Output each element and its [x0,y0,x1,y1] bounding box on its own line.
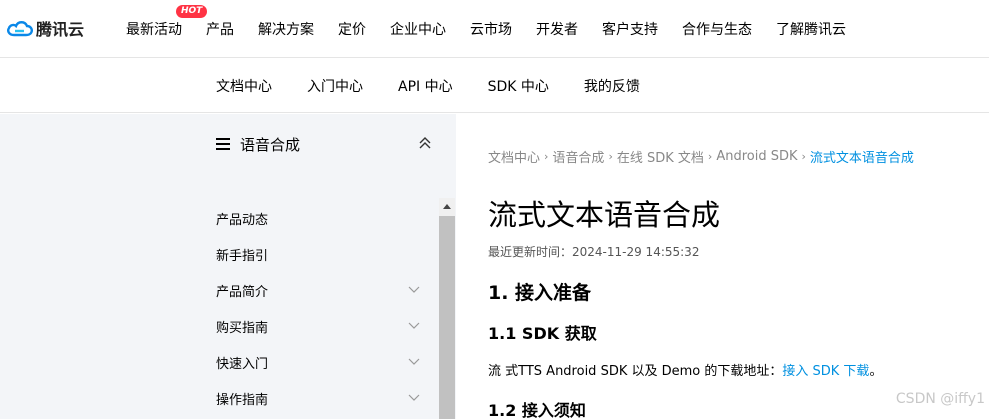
sdk-download-link[interactable]: 接入 SDK 下载 [782,364,869,379]
breadcrumb-item[interactable]: 在线 SDK 文档 [617,147,704,166]
chevron-right-icon: › [544,150,549,163]
chevron-right-icon: › [608,150,613,163]
subsection-heading: 1.2 接入须知 [488,401,586,419]
sidebar-header[interactable]: 语音合成 [216,134,432,154]
sidebar-item-product-updates[interactable]: 产品动态 [216,200,420,236]
paragraph: 流 式TTS Android SDK 以及 Demo 的下载地址：接入 SDK … [488,364,883,379]
nav-item-products[interactable]: 产品 [206,19,234,39]
sidebar-title: 语音合成 [240,135,301,154]
chevron-down-icon [408,286,420,293]
chevron-down-icon [408,394,420,401]
nav-item-developers[interactable]: 开发者 [536,19,578,39]
breadcrumb: 文档中心 › 语音合成 › 在线 SDK 文档 › Android SDK › … [488,147,914,166]
section-heading: 1. 接入准备 [488,282,592,304]
sidebar: 语音合成 产品动态 新手指引 产品简介 购买指南 快速入门 操作指南 [0,114,456,419]
nav-item-pricing[interactable]: 定价 [338,19,366,39]
top-nav-items: 最新活动 HOT 产品 解决方案 定价 企业中心 云市场 开发者 客户支持 合作… [126,0,870,58]
subnav-sdk-center[interactable]: SDK 中心 [488,76,549,96]
double-chevron-up-icon[interactable] [418,136,432,150]
tencent-cloud-logo-icon [7,21,33,37]
sub-nav-items: 文档中心 入门中心 API 中心 SDK 中心 我的反馈 [216,58,675,113]
nav-item-about[interactable]: 了解腾讯云 [776,19,846,39]
scroll-up-arrow-icon[interactable] [439,198,455,214]
subnav-docs-center[interactable]: 文档中心 [216,76,272,96]
subnav-getting-started[interactable]: 入门中心 [307,76,363,96]
breadcrumb-current[interactable]: 流式文本语音合成 [810,147,914,166]
sidebar-scrollbar[interactable] [439,198,455,419]
chevron-right-icon: › [801,150,806,163]
chevron-down-icon [408,358,420,365]
subsection-heading: 1.1 SDK 获取 [488,324,597,343]
brand-logo[interactable]: 腾讯云 [6,16,84,40]
watermark: CSDN @iffy1 [895,391,985,407]
hot-badge: HOT [176,5,208,18]
nav-item-enterprise-center[interactable]: 企业中心 [390,19,446,39]
nav-item-support[interactable]: 客户支持 [602,19,658,39]
sub-navigation: 文档中心 入门中心 API 中心 SDK 中心 我的反馈 [0,58,989,113]
nav-item-latest-activities[interactable]: 最新活动 HOT [126,5,208,39]
breadcrumb-item[interactable]: 文档中心 [488,147,540,166]
subnav-api-center[interactable]: API 中心 [398,76,453,96]
chevron-down-icon [408,322,420,329]
top-navigation: 腾讯云 最新活动 HOT 产品 解决方案 定价 企业中心 云市场 开发者 客户支… [0,0,989,58]
sidebar-item-product-intro[interactable]: 产品简介 [216,272,420,308]
sidebar-item-beginner-guide[interactable]: 新手指引 [216,236,420,272]
scrollbar-thumb[interactable] [439,216,455,419]
page-title: 流式文本语音合成 [488,198,721,232]
menu-icon[interactable] [216,138,230,150]
sidebar-item-operation-guide[interactable]: 操作指南 [216,380,420,416]
nav-item-partners[interactable]: 合作与生态 [682,19,752,39]
nav-item-solutions[interactable]: 解决方案 [258,19,314,39]
chevron-right-icon: › [707,150,713,163]
sidebar-item-quick-start[interactable]: 快速入门 [216,344,420,380]
breadcrumb-item[interactable]: Android SDK [716,149,797,164]
sidebar-list: 产品动态 新手指引 产品简介 购买指南 快速入门 操作指南 [216,200,420,416]
subnav-my-feedback[interactable]: 我的反馈 [584,76,640,96]
sidebar-item-purchase-guide[interactable]: 购买指南 [216,308,420,344]
nav-item-marketplace[interactable]: 云市场 [470,19,512,39]
brand-name: 腾讯云 [36,20,85,39]
breadcrumb-item[interactable]: 语音合成 [552,147,604,166]
last-updated: 最近更新时间：2024-11-29 14:55:32 [488,245,700,259]
